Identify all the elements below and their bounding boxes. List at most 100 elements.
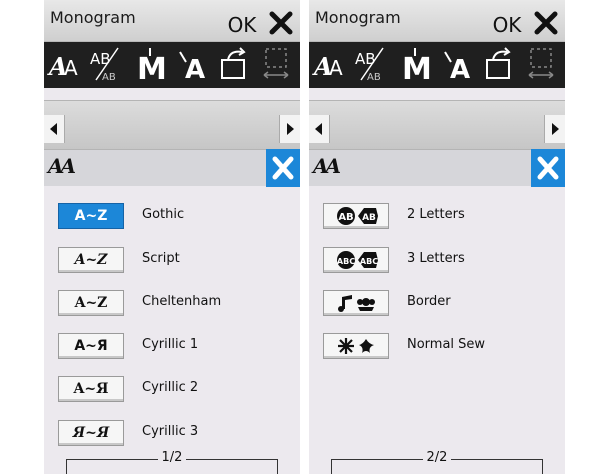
- svg-text:M: M: [137, 52, 167, 84]
- tool-monogram[interactable]: M: [395, 46, 435, 87]
- font-option-cyrillic-2[interactable]: A~Я Cyrillic 2: [58, 376, 288, 408]
- page-indicator: 2/2: [331, 450, 543, 474]
- font-style-icon: AA: [48, 154, 76, 178]
- letter-size-icon: AB AB: [90, 47, 119, 83]
- monogram-m-icon: M: [137, 48, 167, 87]
- tool-letter-spacing[interactable]: A: [172, 46, 212, 85]
- monogram-option-label: Border: [407, 294, 451, 309]
- monogram-option-2-letters[interactable]: AB AB 2 Letters: [323, 203, 553, 235]
- page-indicator: 1/2: [66, 450, 278, 474]
- svg-text:AB: AB: [338, 212, 353, 223]
- scroll-left-arrow-icon[interactable]: [309, 115, 330, 143]
- tool-letter-size[interactable]: AB AB: [353, 46, 393, 84]
- window-title: Monogram: [50, 8, 136, 27]
- two-letter-monogram-icon: AB AB: [337, 207, 378, 225]
- font-option-cyrillic-3[interactable]: Я~Я Cyrillic 3: [58, 420, 288, 452]
- window-title: Monogram: [315, 8, 401, 27]
- font-option-label: Cyrillic 1: [142, 337, 199, 352]
- svg-text:ABC: ABC: [337, 257, 355, 266]
- svg-text:AB: AB: [367, 72, 381, 83]
- tool-font-style[interactable]: A A: [46, 46, 86, 84]
- letter-size-icon: AB AB: [355, 47, 384, 83]
- tool-rotate[interactable]: [214, 46, 254, 84]
- close-button[interactable]: [529, 6, 563, 40]
- font-gothic-button[interactable]: A~Z: [58, 203, 124, 229]
- monogram-option-normal-sew[interactable]: Normal Sew: [323, 333, 553, 365]
- svg-text:AB: AB: [90, 50, 111, 68]
- font-cyrillic-1-button[interactable]: A~Я: [58, 333, 124, 359]
- font-selection-close-button[interactable]: [266, 149, 300, 187]
- border-icon: [338, 295, 375, 312]
- text-input-scroll-row: [44, 100, 300, 150]
- font-cyrillic-2-button[interactable]: A~Я: [58, 376, 124, 402]
- title-bar: Monogram OK: [44, 0, 300, 42]
- ok-button[interactable]: OK: [224, 10, 260, 40]
- close-icon: [537, 156, 559, 180]
- close-icon: [272, 156, 294, 180]
- font-style-icon: AA: [313, 154, 341, 178]
- selection-icon: [528, 48, 554, 79]
- font-option-cheltenham[interactable]: A~Z Cheltenham: [58, 290, 288, 322]
- svg-text:AB: AB: [362, 213, 376, 223]
- tool-letter-size[interactable]: AB AB: [88, 46, 128, 84]
- selection-icon: [263, 48, 289, 79]
- monogram-option-label: 3 Letters: [407, 251, 465, 266]
- monogram-panel-page-2: Monogram OK A A AB AB M A AA AB AB 2 Let…: [309, 0, 565, 474]
- svg-text:AB: AB: [355, 50, 376, 68]
- font-cyrillic-3-button[interactable]: Я~Я: [58, 420, 124, 446]
- two-letters-button[interactable]: AB AB: [323, 203, 389, 229]
- monogram-option-border[interactable]: Border: [323, 290, 553, 322]
- font-option-label: Gothic: [142, 207, 185, 222]
- close-icon: [269, 11, 293, 35]
- text-input-scroll-row: [309, 100, 565, 150]
- letter-spacing-icon: A: [179, 51, 205, 85]
- svg-text:A: A: [64, 56, 78, 80]
- font-style-icon: A A: [312, 52, 343, 81]
- svg-text:ABC: ABC: [360, 257, 378, 266]
- tool-monogram[interactable]: M: [130, 46, 170, 87]
- tool-selection[interactable]: [256, 46, 296, 84]
- monogram-option-label: 2 Letters: [407, 207, 465, 222]
- normal-sew-icon: [338, 338, 374, 354]
- svg-text:AB: AB: [102, 72, 116, 83]
- rotate-icon: [486, 47, 511, 79]
- normal-sew-button[interactable]: [323, 333, 389, 359]
- svg-text:M: M: [402, 52, 432, 84]
- three-letter-monogram-icon: ABC ABC: [337, 251, 378, 269]
- toolbar: A A AB AB M A: [309, 42, 565, 88]
- monogram-option-label: Normal Sew: [407, 337, 486, 352]
- toolbar: A A AB AB M A: [44, 42, 300, 88]
- font-option-label: Cyrillic 2: [142, 380, 199, 395]
- ok-button[interactable]: OK: [489, 10, 525, 40]
- font-cheltenham-button[interactable]: A~Z: [58, 290, 124, 316]
- font-option-gothic[interactable]: A~Z Gothic: [58, 203, 288, 235]
- monogram-option-3-letters[interactable]: ABC ABC 3 Letters: [323, 247, 553, 279]
- font-selection-close-button[interactable]: [531, 149, 565, 187]
- tool-selection[interactable]: [521, 46, 561, 84]
- tool-font-style[interactable]: A A: [311, 46, 351, 84]
- scroll-right-arrow-icon[interactable]: [279, 115, 300, 143]
- font-option-script[interactable]: A~Z Script: [58, 247, 288, 279]
- svg-text:A: A: [450, 55, 470, 84]
- page-indicator-text: 2/2: [422, 450, 452, 465]
- monogram-panel-page-1: Monogram OK A A AB AB M A AA A~Z Gothic …: [44, 0, 300, 474]
- font-option-label: Cyrillic 3: [142, 424, 199, 439]
- page-indicator-text: 1/2: [157, 450, 187, 465]
- scroll-left-arrow-icon[interactable]: [44, 115, 65, 143]
- font-option-label: Cheltenham: [142, 294, 222, 309]
- font-option-cyrillic-1[interactable]: A~Я Cyrillic 1: [58, 333, 288, 365]
- tool-rotate[interactable]: [479, 46, 519, 84]
- three-letters-button[interactable]: ABC ABC: [323, 247, 389, 273]
- font-script-button[interactable]: A~Z: [58, 247, 124, 273]
- close-icon: [534, 11, 558, 35]
- border-button[interactable]: [323, 290, 389, 316]
- title-bar: Monogram OK: [309, 0, 565, 42]
- font-option-label: Script: [142, 251, 180, 266]
- font-style-icon: A A: [47, 52, 78, 81]
- tool-letter-spacing[interactable]: A: [437, 46, 477, 85]
- font-selection-header: AA: [44, 150, 300, 186]
- monogram-m-icon: M: [402, 48, 432, 87]
- close-button[interactable]: [264, 6, 298, 40]
- letter-spacing-icon: A: [444, 51, 470, 85]
- scroll-right-arrow-icon[interactable]: [544, 115, 565, 143]
